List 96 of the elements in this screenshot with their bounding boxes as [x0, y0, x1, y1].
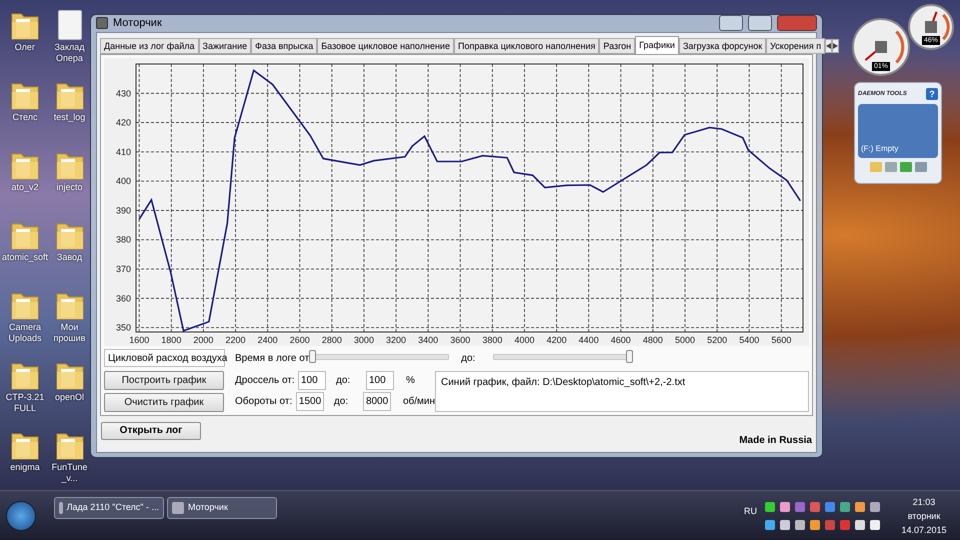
y-tick-label: 370: [116, 264, 131, 274]
x-tick-label: 3000: [354, 334, 374, 344]
x-tick-label: 3400: [418, 334, 438, 344]
desktop-icon-label[interactable]: Олег: [14, 42, 36, 53]
open-log-button[interactable]: Открыть лог: [101, 422, 201, 440]
slider-thumb[interactable]: [309, 350, 316, 363]
desktop-icon-label[interactable]: enigma: [10, 462, 40, 473]
start-button[interactable]: [6, 500, 36, 530]
parameter-dropdown[interactable]: Цикловой расход воздуха: [104, 349, 225, 367]
desktop-icon-label[interactable]: Мои прошив: [51, 322, 88, 344]
time-range-label: Время в логе от: [235, 352, 310, 366]
plus-icon[interactable]: [900, 162, 912, 172]
minimize-button[interactable]: [719, 15, 743, 31]
y-tick-label: 420: [116, 117, 131, 128]
desktop-icon-label[interactable]: Заклад Опера: [51, 42, 88, 64]
taskbar-button[interactable]: Лада 2110 "Стелс" - ...: [54, 497, 164, 519]
x-tick-label: 4000: [514, 334, 534, 344]
tab[interactable]: Ускорения п: [766, 38, 826, 54]
to-input[interactable]: 8000: [362, 392, 391, 411]
x-tick-label: 5200: [707, 334, 728, 344]
x-tick-label: 3200: [386, 334, 406, 344]
x-tick-label: 3600: [450, 334, 470, 344]
build-chart-button[interactable]: Построить график: [104, 370, 224, 390]
from-input[interactable]: 100: [298, 371, 326, 390]
x-tick-label: 4200: [546, 334, 567, 344]
y-tick-label: 430: [116, 88, 131, 98]
slider-thumb[interactable]: [626, 350, 634, 363]
desktop-icon-label[interactable]: openOl: [54, 392, 84, 403]
tab[interactable]: Загрузка форсунок: [678, 38, 766, 54]
desktop-icon-label[interactable]: FunTune_v...: [51, 462, 88, 484]
tab[interactable]: Данные из лог файла: [100, 38, 199, 54]
to-label: до:: [334, 395, 350, 409]
x-tick-label: 2400: [258, 334, 278, 344]
y-tick-label: 410: [116, 146, 131, 156]
time-slider[interactable]: [493, 350, 634, 366]
unit-label: %: [406, 374, 415, 388]
file-icon: [58, 10, 82, 40]
language-indicator[interactable]: RU: [744, 505, 757, 518]
desktop-icon-label[interactable]: Camera Uploads: [0, 322, 50, 344]
tab[interactable]: Графики: [635, 36, 679, 54]
x-tick-label: 2800: [322, 334, 342, 344]
x-tick-label: 2600: [290, 334, 310, 344]
range-label: Дроссель от:: [235, 374, 296, 388]
x-tick-label: 3800: [482, 334, 502, 344]
tab[interactable]: Поправка циклового наполнения: [454, 38, 600, 54]
help-button[interactable]: ?: [926, 88, 938, 100]
y-tick-label: 400: [116, 176, 131, 186]
tab-scroll-right-button[interactable]: [832, 38, 840, 52]
y-tick-label: 350: [116, 322, 131, 332]
x-tick-label: 4600: [610, 334, 631, 344]
to-label: до:: [336, 374, 352, 388]
time-to-label: до:: [461, 352, 476, 366]
footer-text: Made in Russia: [739, 434, 812, 448]
app-icon: [96, 17, 108, 30]
y-tick-label: 380: [116, 234, 131, 244]
desktop-icon-label[interactable]: Завод: [56, 252, 82, 263]
to-input[interactable]: 100: [366, 371, 394, 390]
tab[interactable]: Разгон: [599, 38, 636, 54]
taskbar-button[interactable]: Моторчик: [167, 497, 277, 519]
desktop-icon-label[interactable]: test_log: [54, 112, 86, 123]
desktop-icon-label[interactable]: injecto: [56, 182, 82, 193]
y-tick-label: 360: [116, 292, 131, 303]
x-tick-label: 5000: [675, 334, 696, 344]
info-text-box: Синий график, файл: D:\Desktop\atomic_soft\+2,-2.txt: [435, 370, 809, 412]
desktop-icon-label[interactable]: atomic_soft: [2, 252, 48, 263]
time-slider[interactable]: [309, 350, 450, 366]
x-tick-label: 1800: [161, 334, 182, 344]
tab[interactable]: Зажигание: [198, 38, 252, 54]
unit-label: об/мин: [402, 395, 435, 409]
window-title: Моторчик: [113, 16, 162, 31]
range-label: Обороты от:: [235, 395, 294, 409]
y-tick-label: 390: [116, 204, 131, 215]
desktop-icon-label[interactable]: Стелс: [12, 112, 38, 123]
left-arrow-icon: [826, 42, 832, 48]
x-tick-label: 5400: [739, 334, 760, 344]
app-icon: [172, 502, 184, 514]
gauge-drawing: [908, 4, 954, 50]
x-tick-label: 1600: [129, 334, 150, 344]
drive-label: (F:) Empty: [861, 143, 900, 155]
app-icon: [59, 502, 63, 514]
desktop-icon-label[interactable]: CTP-3.21 FULL: [0, 392, 50, 414]
gauge-drawing: [852, 18, 910, 76]
desktop-icon-label[interactable]: ato_v2: [11, 182, 39, 193]
clock[interactable]: 21:03 вторник 14.07.2015: [894, 494, 954, 536]
tab[interactable]: Фаза впрыска: [251, 38, 318, 54]
x-tick-label: 5600: [771, 334, 792, 344]
x-tick-label: 4800: [642, 334, 663, 344]
tab[interactable]: Базовое цикловое наполнение: [317, 38, 454, 54]
from-input[interactable]: 1500: [296, 392, 324, 411]
x-tick-label: 2200: [226, 334, 246, 344]
tab-scroll-left-button[interactable]: [825, 38, 832, 52]
maximize-button[interactable]: [748, 15, 772, 31]
x-tick-label: 2000: [193, 334, 214, 344]
x-tick-label: 4400: [578, 334, 599, 344]
right-arrow-icon: [833, 42, 838, 48]
clear-chart-button[interactable]: Очистить график: [104, 392, 224, 412]
